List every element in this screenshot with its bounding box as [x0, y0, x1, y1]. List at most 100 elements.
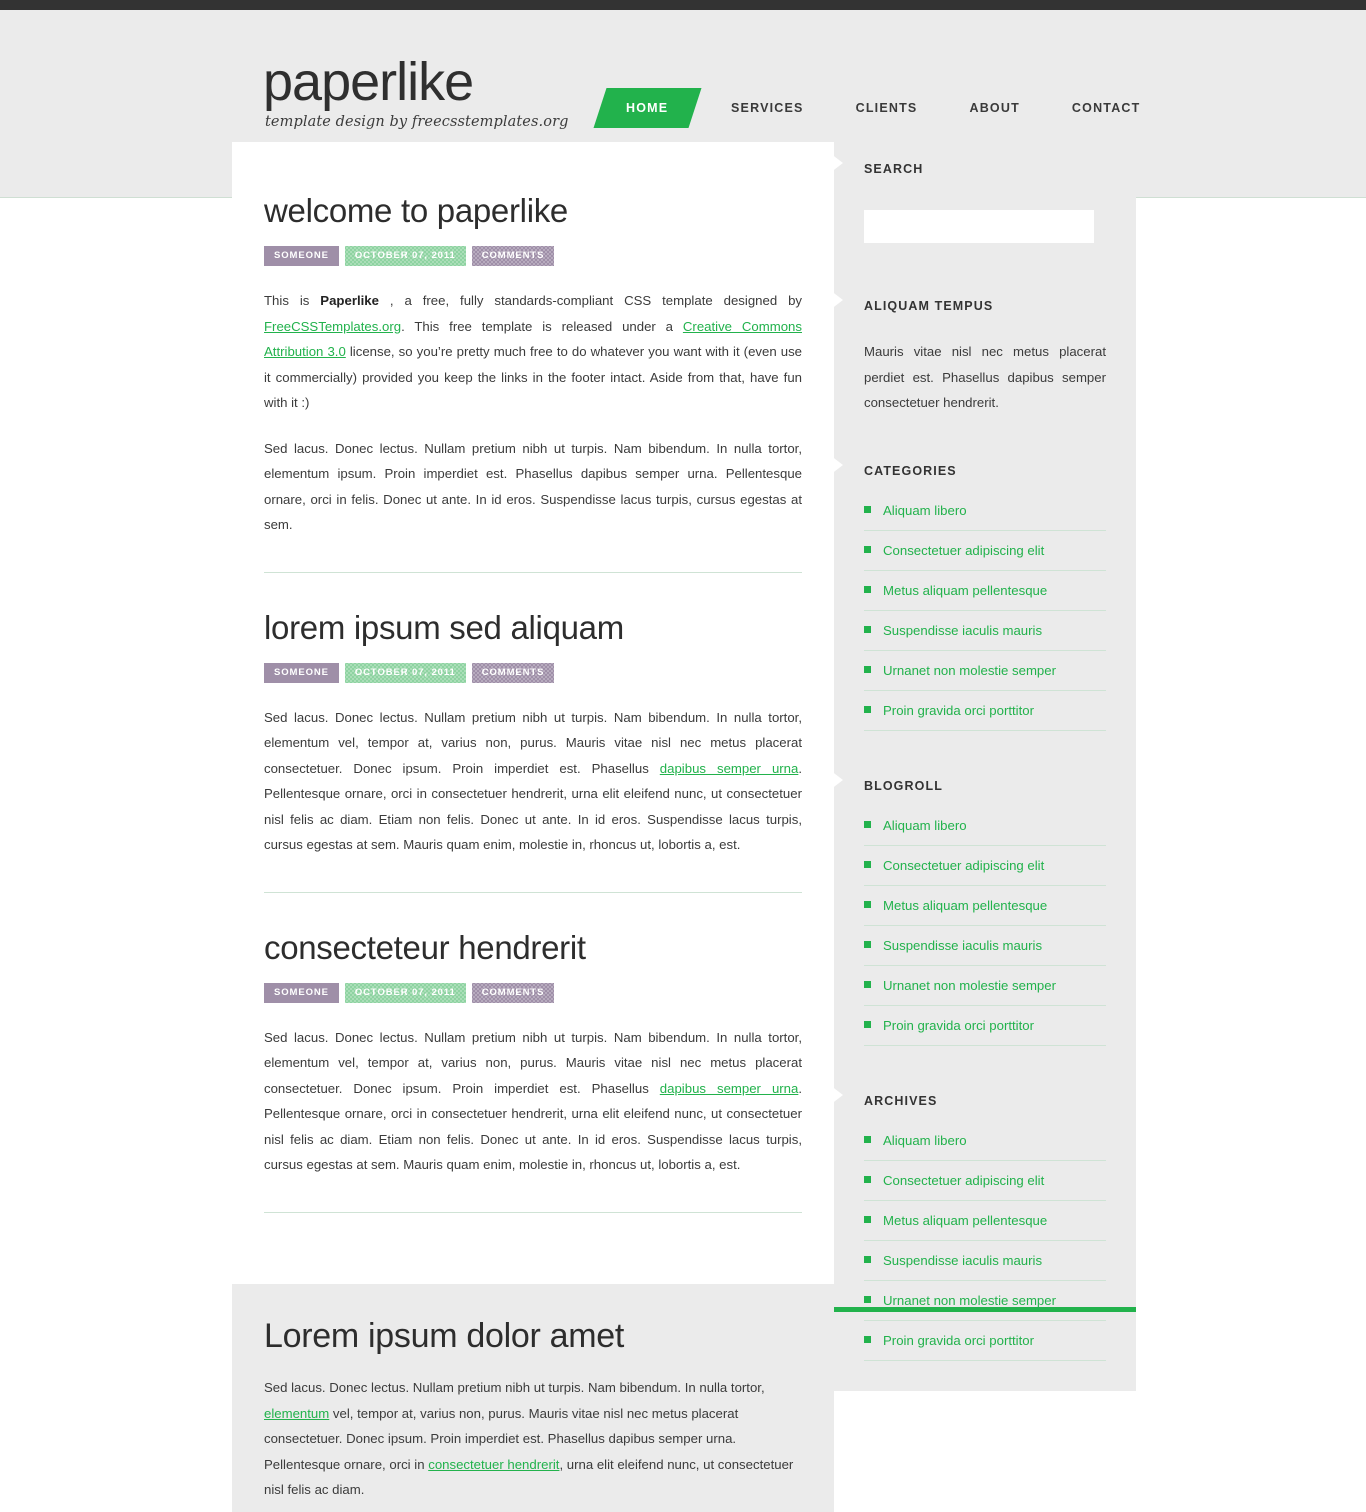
post-title[interactable]: welcome to paperlike: [264, 190, 802, 232]
square-bullet-icon: [864, 705, 871, 713]
list-item[interactable]: Suspendisse iaculis mauris: [864, 1252, 1106, 1281]
post-comments-badge[interactable]: COMMENTS: [472, 663, 555, 683]
post-meta: SOMEONE OCTOBER 07, 2011 COMMENTS: [264, 662, 802, 683]
nav-item-clients[interactable]: CLIENTS: [856, 101, 918, 115]
list-item-link[interactable]: Suspendisse iaculis mauris: [883, 1253, 1042, 1268]
square-bullet-icon: [864, 665, 871, 673]
post-divider: [264, 571, 802, 573]
post-paragraph: Sed lacus. Donec lectus. Nullam pretium …: [264, 1029, 803, 1173]
post-date-badge[interactable]: OCTOBER 07, 2011: [345, 983, 466, 1003]
nav-item-home[interactable]: HOME: [593, 88, 702, 128]
square-bullet-icon: [864, 940, 871, 948]
nav-item-contact[interactable]: CONTACT: [1072, 101, 1141, 115]
list-item-link[interactable]: Suspendisse iaculis mauris: [883, 938, 1042, 953]
list-item[interactable]: Metus aliquam pellentesque: [864, 1212, 1106, 1241]
post-date-badge[interactable]: OCTOBER 07, 2011: [345, 663, 466, 683]
list-item[interactable]: Consectetuer adipiscing elit: [864, 1172, 1106, 1201]
post-meta: SOMEONE OCTOBER 07, 2011 COMMENTS: [264, 246, 802, 266]
inline-link[interactable]: FreeCSSTemplates.org: [264, 319, 401, 334]
list-item-link[interactable]: Urnanet non molestie semper: [883, 978, 1056, 993]
list-item[interactable]: Suspendisse iaculis mauris: [864, 622, 1106, 651]
square-bullet-icon: [864, 1295, 871, 1303]
post-date-badge[interactable]: OCTOBER 07, 2011: [345, 246, 466, 266]
list-item-link[interactable]: Aliquam libero: [883, 1133, 967, 1148]
nav-label-home[interactable]: HOME: [626, 101, 668, 115]
list-item[interactable]: Urnanet non molestie semper: [864, 1292, 1106, 1321]
nav-item-services[interactable]: SERVICES: [731, 101, 804, 115]
list-item[interactable]: Proin gravida orci porttitor: [864, 1332, 1106, 1361]
post-comments-badge[interactable]: COMMENTS: [472, 983, 555, 1003]
main-navigation[interactable]: HOME SERVICES CLIENTS ABOUT CONTACT: [593, 88, 1141, 128]
inline-link[interactable]: dapibus semper urna: [660, 761, 799, 776]
main-content-panel: welcome to paperlike SOMEONE OCTOBER 07, 2…: [232, 142, 834, 1284]
list-item[interactable]: Consectetuer adipiscing elit: [864, 857, 1106, 886]
list-item[interactable]: Aliquam libero: [864, 1132, 1106, 1161]
list-item-link[interactable]: Consectetuer adipiscing elit: [883, 858, 1044, 873]
blog-post: welcome to paperlike SOMEONE OCTOBER 07, 2…: [232, 142, 834, 538]
post-paragraph: This is Paperlike , a free, fully standa…: [264, 293, 803, 410]
square-bullet-icon: [864, 1175, 871, 1183]
list-item-link[interactable]: Consectetuer adipiscing elit: [883, 1173, 1044, 1188]
archives-list: Aliquam libero Consectetuer adipiscing el…: [864, 1132, 1106, 1361]
post-comments-badge[interactable]: COMMENTS: [472, 246, 555, 266]
post-title[interactable]: lorem ipsum sed aliquam: [264, 607, 802, 649]
square-bullet-icon: [864, 1020, 871, 1028]
post-divider: [264, 1211, 802, 1213]
footer-feature-panel: Lorem ipsum dolor amet Sed lacus. Donec …: [232, 1284, 834, 1512]
list-item[interactable]: Aliquam libero: [864, 817, 1106, 846]
square-bullet-icon: [864, 1215, 871, 1223]
post-title[interactable]: consecteteur hendrerit: [264, 927, 802, 969]
list-item-link[interactable]: Proin gravida orci porttitor: [883, 1333, 1034, 1348]
post-author-badge[interactable]: SOMEONE: [264, 246, 339, 266]
post-paragraph: Sed lacus. Donec lectus. Nullam pretium …: [264, 440, 802, 533]
sidebar: SEARCH ALIQUAM TEMPUS Mauris vitae nisl ne…: [826, 142, 1136, 1391]
emphasized-text: Paperlike: [320, 293, 379, 308]
list-item[interactable]: Proin gravida orci porttitor: [864, 702, 1106, 731]
post-author-badge[interactable]: SOMEONE: [264, 982, 339, 1003]
list-item-link[interactable]: Metus aliquam pellentesque: [883, 1213, 1047, 1228]
footer-feature-title: Lorem ipsum dolor amet: [264, 1317, 624, 1355]
post-body: Sed lacus. Donec lectus. Nullam pretium …: [264, 1025, 802, 1178]
square-bullet-icon: [864, 1255, 871, 1263]
square-bullet-icon: [864, 980, 871, 988]
list-item[interactable]: Metus aliquam pellentesque: [864, 582, 1106, 611]
categories-widget-title: CATEGORIES: [826, 444, 1136, 480]
post-author-badge[interactable]: SOMEONE: [264, 662, 339, 683]
square-bullet-icon: [864, 545, 871, 553]
list-item-link[interactable]: Consectetuer adipiscing elit: [883, 543, 1044, 558]
list-item-link[interactable]: Urnanet non molestie semper: [883, 663, 1056, 678]
list-item-link[interactable]: Metus aliquam pellentesque: [883, 583, 1047, 598]
list-item[interactable]: Metus aliquam pellentesque: [864, 897, 1106, 926]
list-item-link[interactable]: Proin gravida orci porttitor: [883, 1018, 1034, 1033]
list-item-link[interactable]: Metus aliquam pellentesque: [883, 898, 1047, 913]
sidebar-bottom-accent-bar: [834, 1307, 1136, 1312]
list-item[interactable]: Aliquam libero: [864, 502, 1106, 531]
archives-widget-title: ARCHIVES: [826, 1074, 1136, 1110]
inline-link[interactable]: dapibus semper urna: [660, 1081, 799, 1096]
post-body: This is Paperlike , a free, fully standa…: [264, 288, 802, 538]
list-item-link[interactable]: Urnanet non molestie semper: [883, 1293, 1056, 1308]
list-item-link[interactable]: Aliquam libero: [883, 818, 967, 833]
square-bullet-icon: [864, 505, 871, 513]
square-bullet-icon: [864, 860, 871, 868]
list-item[interactable]: Urnanet non molestie semper: [864, 977, 1106, 1006]
list-item-link[interactable]: Suspendisse iaculis mauris: [883, 623, 1042, 638]
post-divider: [264, 891, 802, 893]
post-meta: SOMEONE OCTOBER 07, 2011 COMMENTS: [264, 982, 802, 1003]
inline-link[interactable]: consectetuer hendrerit: [428, 1457, 559, 1472]
list-item[interactable]: Consectetuer adipiscing elit: [864, 542, 1106, 571]
inline-link[interactable]: elementum: [264, 1406, 329, 1421]
square-bullet-icon: [864, 1135, 871, 1143]
list-item[interactable]: Urnanet non molestie semper: [864, 662, 1106, 691]
nav-item-about[interactable]: ABOUT: [969, 101, 1019, 115]
list-item-link[interactable]: Proin gravida orci porttitor: [883, 703, 1034, 718]
list-item-link[interactable]: Aliquam libero: [883, 503, 967, 518]
blog-post: lorem ipsum sed aliquam SOMEONE OCTOBER 07…: [232, 607, 834, 858]
blog-post: consecteteur hendrerit SOMEONE OCTOBER 07,…: [232, 927, 834, 1178]
list-item[interactable]: Suspendisse iaculis mauris: [864, 937, 1106, 966]
blogroll-list: Aliquam libero Consectetuer adipiscing el…: [864, 817, 1106, 1046]
post-body: Sed lacus. Donec lectus. Nullam pretium …: [264, 705, 802, 858]
search-input[interactable]: [864, 210, 1094, 243]
list-item[interactable]: Proin gravida orci porttitor: [864, 1017, 1106, 1046]
square-bullet-icon: [864, 585, 871, 593]
